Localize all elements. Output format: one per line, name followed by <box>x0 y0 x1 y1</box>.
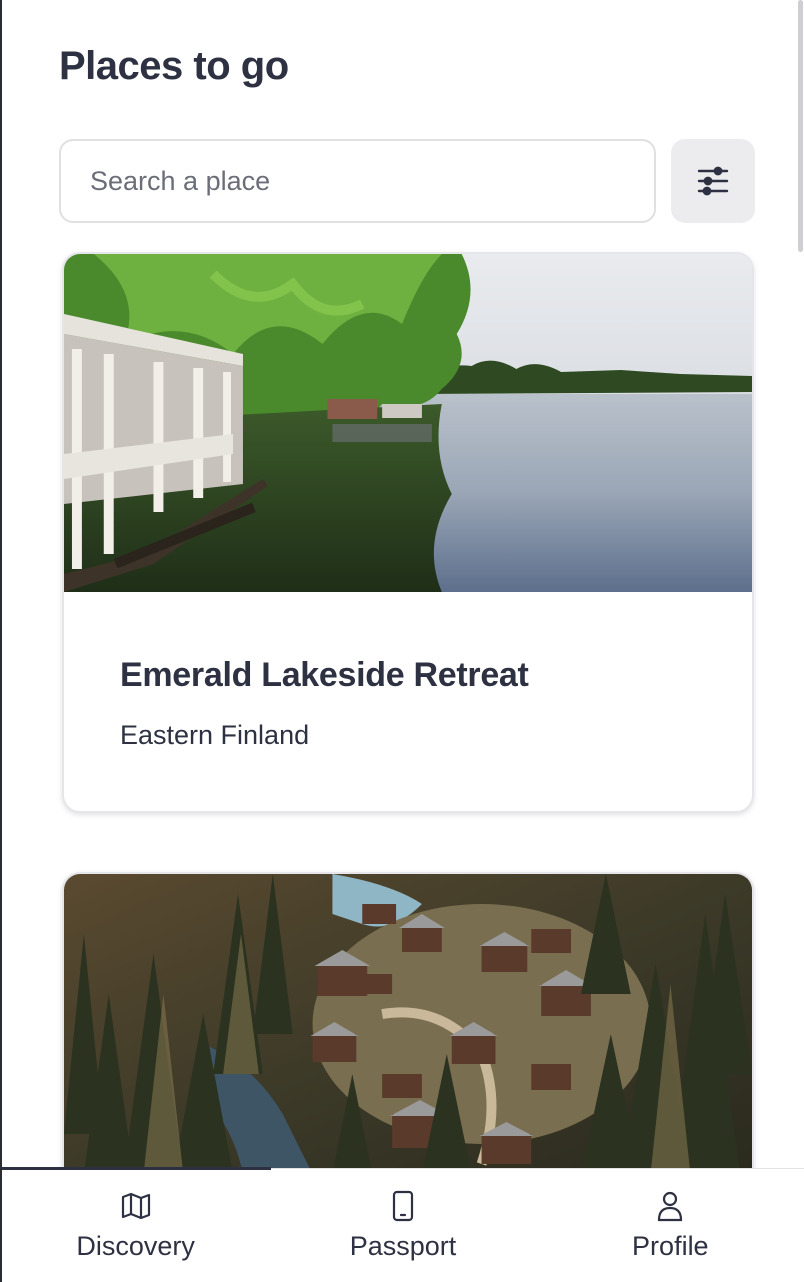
phone-icon <box>392 1190 414 1222</box>
tab-label: Passport <box>349 1231 457 1261</box>
search-input[interactable] <box>59 139 656 223</box>
place-card[interactable]: Emerald Lakeside Retreat Eastern Finland <box>62 252 754 813</box>
tab-profile[interactable]: Profile <box>537 1169 804 1282</box>
page-title: Places to go <box>59 44 289 88</box>
tab-label: Discovery <box>76 1231 195 1261</box>
active-tab-indicator <box>2 1167 271 1170</box>
scrollbar[interactable] <box>798 0 803 252</box>
person-icon <box>658 1191 683 1222</box>
filter-button[interactable] <box>671 139 755 223</box>
app-root: Places to go Search a place Emerald Lake… <box>0 0 804 1282</box>
forest-village-aerial-photo <box>64 874 752 1174</box>
lakeside-boathouse-photo <box>64 254 752 592</box>
place-card[interactable] <box>62 872 754 1212</box>
tab-passport[interactable]: Passport <box>269 1169 536 1282</box>
place-name: Emerald Lakeside Retreat <box>120 656 529 694</box>
sliders-icon <box>697 166 729 196</box>
tab-label: Profile <box>632 1231 709 1261</box>
bottom-nav: Discovery Passport Profile <box>2 1167 804 1282</box>
map-icon <box>121 1192 150 1220</box>
place-region: Eastern Finland <box>120 720 310 750</box>
tab-discovery[interactable]: Discovery <box>2 1169 269 1282</box>
